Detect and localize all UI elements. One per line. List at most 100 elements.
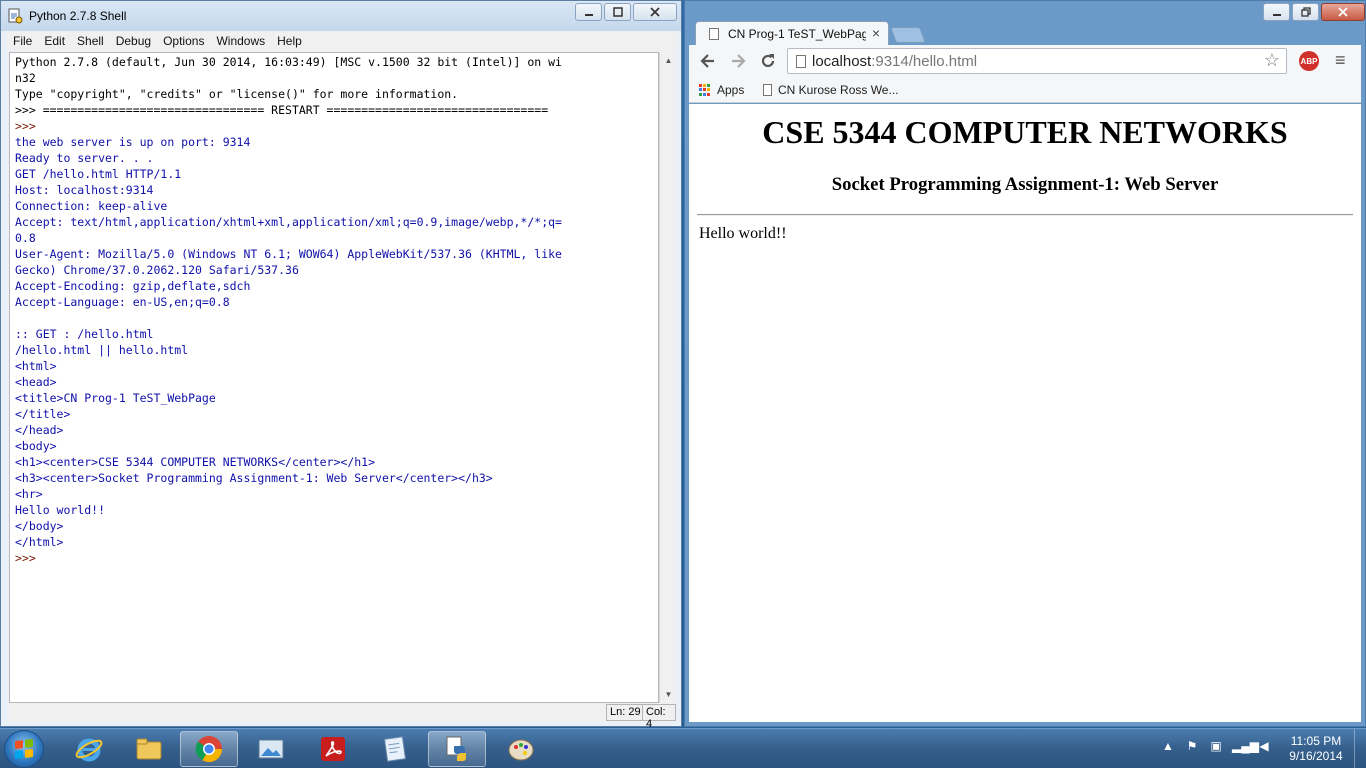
forward-arrow-icon [732, 54, 746, 68]
shell-line: </head> [15, 423, 64, 437]
shell-line: <h1><center>CSE 5344 COMPUTER NETWORKS</… [15, 455, 376, 469]
url-text: localhost:9314/hello.html [812, 53, 977, 70]
status-column: Col: 4 [642, 704, 676, 730]
shell-line: >>> [15, 551, 36, 565]
taskbar-paint[interactable] [492, 731, 550, 767]
restore-icon [1300, 7, 1311, 17]
shell-line: Python 2.7.8 (default, Jun 30 2014, 16:0… [15, 55, 562, 69]
chrome-minimize-button[interactable] [1263, 3, 1290, 21]
chrome-menu-icon[interactable]: ≡ [1335, 50, 1346, 71]
reload-icon [761, 54, 775, 68]
back-arrow-icon [700, 54, 714, 68]
shell-line: Accept: text/html,application/xhtml+xml,… [15, 215, 562, 229]
scroll-up-arrow-icon[interactable]: ▲ [660, 52, 677, 69]
menu-edit[interactable]: Edit [38, 34, 71, 48]
shell-line: >>> ================================ RES… [15, 103, 549, 117]
shell-line: <head> [15, 375, 57, 389]
file-explorer-icon [136, 738, 162, 760]
tab-close-icon[interactable]: × [872, 25, 880, 41]
idle-titlebar[interactable]: Python 2.7.8 Shell [1, 1, 681, 31]
scroll-down-arrow-icon[interactable]: ▼ [660, 686, 677, 703]
shell-line: </body> [15, 519, 64, 533]
bookmark-star-icon[interactable]: ☆ [1264, 50, 1280, 71]
shell-line: Accept-Encoding: gzip,deflate,sdch [15, 279, 251, 293]
bookmark-apps[interactable]: Apps [699, 83, 744, 97]
shell-line: Hello world!! [15, 503, 106, 517]
menu-debug[interactable]: Debug [110, 34, 157, 48]
shell-line: <h3><center>Socket Programming Assignmen… [15, 471, 493, 485]
shell-line: Host: localhost:9314 [15, 183, 154, 197]
taskbar-acrobat[interactable] [304, 731, 362, 767]
taskbar-notepad[interactable] [366, 731, 424, 767]
system-clock[interactable]: 11:05 PM 9/16/2014 [1276, 734, 1356, 764]
new-tab-button[interactable] [890, 27, 926, 43]
taskbar-python[interactable] [428, 731, 486, 767]
shell-line: Ready to server. . . [15, 151, 154, 165]
browser-toolbar: localhost:9314/hello.html ☆ ABP ≡ [689, 45, 1361, 77]
taskbar-internet-explorer[interactable] [60, 731, 118, 767]
page-subheading: Socket Programming Assignment-1: Web Ser… [831, 174, 1219, 195]
taskbar-file-explorer[interactable] [120, 731, 178, 767]
show-desktop-button[interactable] [1354, 729, 1366, 768]
chrome-window: CN Prog-1 TeST_WebPage × localhost:9314/… [684, 0, 1366, 727]
page-body-text: Hello world!! [699, 225, 787, 242]
network-adapter-icon[interactable]: ▣ [1208, 739, 1224, 753]
paint-icon [508, 739, 534, 761]
shell-line: /hello.html || hello.html [15, 343, 189, 357]
clock-time: 11:05 PM [1290, 734, 1342, 748]
shell-line: :: GET : /hello.html [15, 327, 154, 341]
start-button[interactable] [4, 730, 44, 768]
minimize-button[interactable] [575, 3, 602, 21]
shell-line: <html> [15, 359, 57, 373]
address-bar[interactable]: localhost:9314/hello.html ☆ [787, 48, 1287, 74]
vertical-scrollbar[interactable]: ▲ ▼ [659, 52, 676, 703]
forward-button[interactable] [727, 50, 749, 72]
menu-help[interactable]: Help [271, 34, 308, 48]
maximize-button[interactable] [604, 3, 631, 21]
menu-windows[interactable]: Windows [210, 34, 271, 48]
horizontal-rule [697, 214, 1353, 216]
action-center-flag-icon[interactable]: ⚑ [1184, 739, 1200, 753]
bookmarks-bar: Apps CN Kurose Ross We... [689, 77, 1361, 103]
status-line: Ln: 29 [606, 704, 645, 721]
shell-line: User-Agent: Mozilla/5.0 (Windows NT 6.1;… [15, 247, 562, 261]
shell-line: >>> [15, 119, 36, 133]
close-button[interactable] [633, 3, 677, 21]
network-signal-icon[interactable]: ▂▄▆ [1232, 739, 1259, 753]
menu-file[interactable]: File [7, 34, 38, 48]
shell-text-area[interactable]: Python 2.7.8 (default, Jun 30 2014, 16:0… [9, 52, 659, 703]
taskbar-chrome[interactable] [180, 731, 238, 767]
volume-muted-icon[interactable]: ◀ [1256, 739, 1272, 753]
menu-options[interactable]: Options [157, 34, 210, 48]
menu-bar: File Edit Shell Debug Options Windows He… [7, 31, 677, 51]
menu-shell[interactable]: Shell [71, 34, 110, 48]
reload-button[interactable] [757, 50, 779, 72]
window-controls [573, 3, 677, 21]
bookmark-cn-kurose-label: CN Kurose Ross We... [778, 83, 899, 97]
shell-line: <title>CN Prog-1 TeST_WebPage [15, 391, 216, 405]
url-host: localhost [812, 53, 872, 70]
taskbar-image-viewer[interactable] [242, 731, 300, 767]
adblock-plus-icon[interactable]: ABP [1299, 51, 1319, 71]
shell-line: <hr> [15, 487, 43, 501]
page-viewport: CSE 5344 COMPUTER NETWORKS Socket Progra… [689, 104, 1361, 722]
maximize-icon [612, 7, 623, 17]
shell-line: 0.8 [15, 231, 36, 245]
clock-date: 9/16/2014 [1289, 749, 1343, 763]
chrome-close-button[interactable] [1321, 3, 1365, 21]
minimize-icon [584, 14, 593, 16]
shell-output: Python 2.7.8 (default, Jun 30 2014, 16:0… [15, 54, 653, 566]
close-icon [650, 7, 660, 17]
shell-line: GET /hello.html HTTP/1.1 [15, 167, 182, 181]
show-hidden-icons-icon[interactable]: ▲ [1160, 739, 1176, 753]
tab-active[interactable]: CN Prog-1 TeST_WebPage × [695, 21, 889, 46]
chrome-maximize-button[interactable] [1292, 3, 1319, 21]
back-button[interactable] [697, 50, 719, 72]
tab-strip[interactable]: CN Prog-1 TeST_WebPage × [685, 1, 1365, 46]
internet-explorer-icon [75, 738, 103, 762]
chrome-icon [195, 736, 223, 763]
python-icon [446, 736, 466, 761]
bookmark-cn-kurose[interactable]: CN Kurose Ross We... [763, 83, 898, 97]
window-title: Python 2.7.8 Shell [29, 9, 127, 23]
minimize-icon [1272, 14, 1281, 16]
